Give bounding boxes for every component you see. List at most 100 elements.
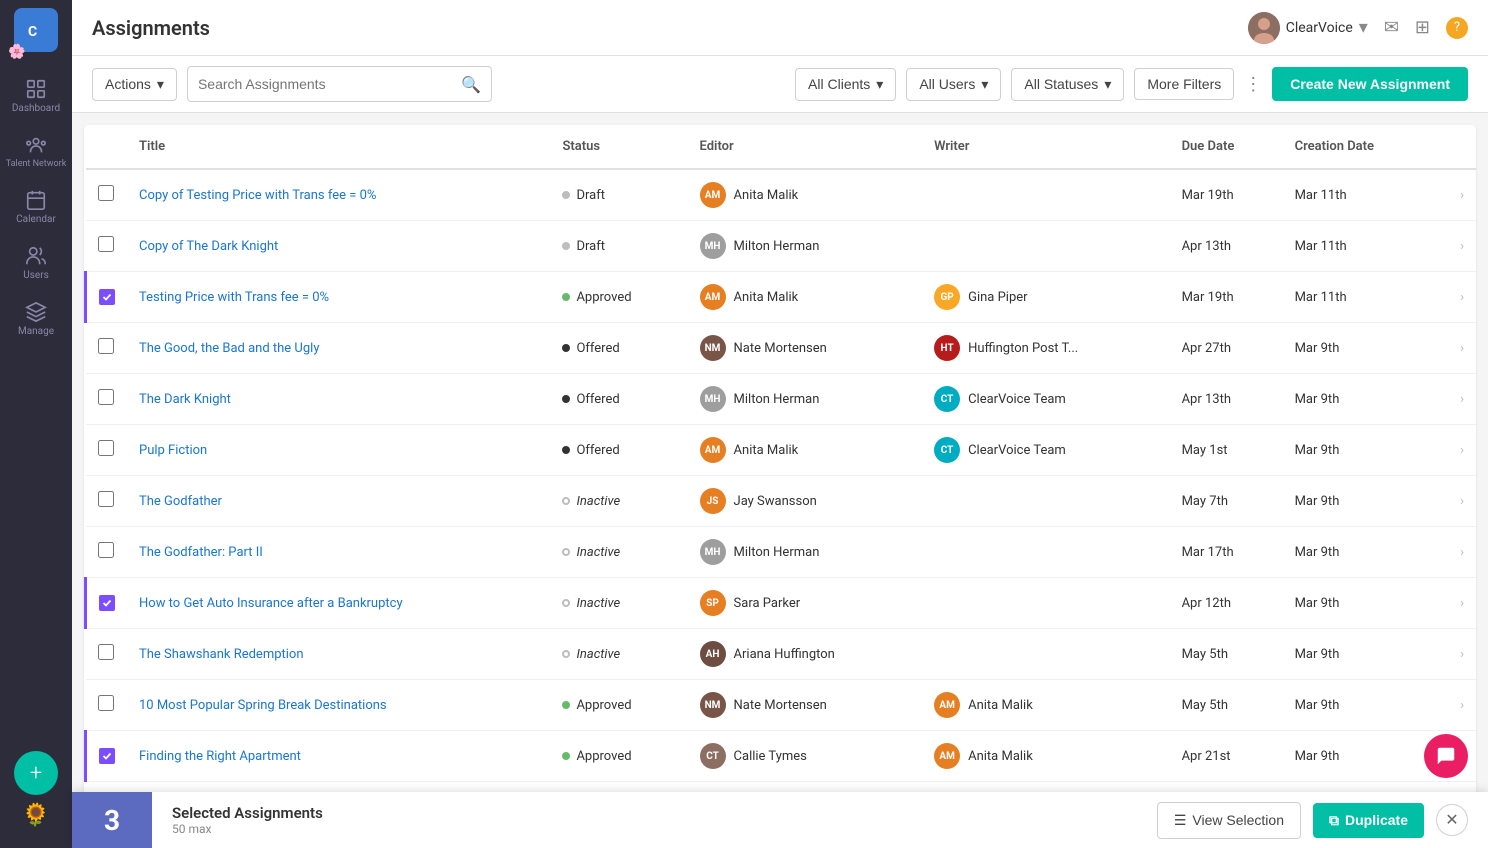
search-icon[interactable]: 🔍 (461, 75, 481, 94)
all-clients-button[interactable]: All Clients ▾ (795, 68, 896, 101)
assignment-title-link[interactable]: The Godfather: Part II (139, 545, 263, 560)
all-statuses-button[interactable]: All Statuses ▾ (1011, 68, 1124, 101)
checkbox-checked[interactable] (99, 595, 115, 611)
row-creation-date-cell: Mar 11th (1283, 169, 1435, 221)
checkbox-checked[interactable] (99, 289, 115, 305)
chevron-right-icon[interactable]: › (1460, 443, 1464, 458)
help-icon[interactable]: ? (1446, 17, 1468, 39)
app-logo[interactable]: C 🌸 (14, 8, 58, 52)
sidebar: C 🌸 Dashboard Talent Network Calendar (0, 0, 72, 848)
status-label: Approved (576, 290, 631, 305)
status-label: Inactive (576, 596, 620, 611)
row-chevron-cell[interactable]: › (1435, 578, 1476, 629)
row-chevron-cell[interactable]: › (1435, 527, 1476, 578)
table-row: The Godfather: Part IIInactiveMHMilton H… (86, 527, 1477, 578)
table-row: Finding the Right ApartmentApprovedCTCal… (86, 731, 1477, 782)
checkbox-checked[interactable] (99, 748, 115, 764)
row-chevron-cell[interactable]: › (1435, 680, 1476, 731)
chevron-right-icon[interactable]: › (1460, 647, 1464, 662)
sidebar-item-calendar[interactable]: Calendar (0, 179, 72, 235)
row-status-cell: Inactive (550, 527, 687, 578)
row-chevron-cell[interactable]: › (1435, 323, 1476, 374)
row-checkbox[interactable] (98, 389, 114, 405)
row-checkbox[interactable] (98, 440, 114, 456)
assignment-title-link[interactable]: The Good, the Bad and the Ugly (139, 341, 319, 356)
assignment-title-link[interactable]: The Dark Knight (139, 392, 231, 407)
chevron-right-icon[interactable]: › (1460, 392, 1464, 407)
status-dot (562, 293, 570, 301)
row-checkbox-cell (86, 323, 128, 374)
col-creation-date: Creation Date (1283, 125, 1435, 169)
row-creation-date-cell: Mar 9th (1283, 476, 1435, 527)
row-chevron-cell[interactable]: › (1435, 629, 1476, 680)
status-label: Approved (576, 698, 631, 713)
close-selection-bar-button[interactable]: ✕ (1436, 804, 1468, 836)
chevron-right-icon[interactable]: › (1460, 290, 1464, 305)
chevron-right-icon[interactable]: › (1460, 596, 1464, 611)
more-filters-button[interactable]: More Filters (1134, 68, 1234, 100)
sidebar-item-dashboard[interactable]: Dashboard (0, 68, 72, 124)
row-checkbox[interactable] (98, 185, 114, 201)
sidebar-item-manage[interactable]: Manage (0, 291, 72, 347)
row-chevron-cell[interactable]: › (1435, 272, 1476, 323)
row-checkbox[interactable] (98, 491, 114, 507)
assignment-title-link[interactable]: The Shawshank Redemption (139, 647, 304, 662)
fab-add-button[interactable]: + (14, 751, 58, 795)
create-new-assignment-button[interactable]: Create New Assignment (1272, 67, 1468, 101)
row-chevron-cell[interactable]: › (1435, 425, 1476, 476)
assignment-title-link[interactable]: Testing Price with Trans fee = 0% (139, 290, 329, 305)
col-editor: Editor (688, 125, 923, 169)
row-checkbox[interactable] (98, 338, 114, 354)
search-input[interactable] (198, 67, 461, 101)
row-chevron-cell[interactable]: › (1435, 221, 1476, 272)
row-editor-cell: AMAnita Malik (688, 272, 923, 323)
row-writer-cell: CTClearVoice Team (922, 425, 1169, 476)
view-selection-button[interactable]: ☰ View Selection (1157, 802, 1301, 839)
svg-text:C: C (28, 24, 37, 40)
chevron-right-icon[interactable]: › (1460, 188, 1464, 203)
chevron-right-icon[interactable]: › (1460, 494, 1464, 509)
row-chevron-cell[interactable]: › (1435, 476, 1476, 527)
assignment-title-link[interactable]: Pulp Fiction (139, 443, 207, 458)
row-due-date-cell: Apr 27th (1170, 323, 1283, 374)
status-label: Draft (576, 239, 605, 254)
topbar: Assignments ClearVoice ▾ ✉ ⊞ ? (72, 0, 1488, 56)
email-icon[interactable]: ✉ (1384, 17, 1399, 38)
chevron-right-icon[interactable]: › (1460, 341, 1464, 356)
sidebar-item-users[interactable]: Users (0, 235, 72, 291)
assignment-title-link[interactable]: How to Get Auto Insurance after a Bankru… (139, 596, 403, 611)
row-title-cell: Finding the Right Apartment (127, 731, 550, 782)
row-checkbox[interactable] (98, 236, 114, 252)
row-writer-cell: AMAnita Malik (922, 680, 1169, 731)
user-profile-button[interactable]: ClearVoice ▾ (1248, 12, 1368, 44)
chevron-right-icon[interactable]: › (1460, 698, 1464, 713)
sidebar-item-talent-network[interactable]: Talent Network (0, 124, 72, 179)
assignment-title-link[interactable]: Finding the Right Apartment (139, 749, 301, 764)
filters-bar: Actions ▾ 🔍 All Clients ▾ All Users ▾ Al… (72, 56, 1488, 113)
row-writer-cell (922, 527, 1169, 578)
chevron-right-icon[interactable]: › (1460, 545, 1464, 560)
editor-name: Anita Malik (734, 290, 799, 305)
row-writer-cell (922, 629, 1169, 680)
assignment-title-link[interactable]: The Godfather (139, 494, 222, 509)
assignment-title-link[interactable]: Copy of Testing Price with Trans fee = 0… (139, 188, 376, 203)
grid-icon[interactable]: ⊞ (1415, 17, 1430, 38)
all-users-button[interactable]: All Users ▾ (906, 68, 1001, 101)
kebab-menu-icon[interactable]: ⋮ (1244, 74, 1262, 95)
chat-bubble-button[interactable] (1424, 734, 1468, 778)
row-checkbox[interactable] (98, 542, 114, 558)
row-chevron-cell[interactable]: › (1435, 374, 1476, 425)
row-due-date-cell: Apr 12th (1170, 578, 1283, 629)
chevron-down-icon[interactable]: ▾ (1359, 17, 1368, 38)
row-checkbox[interactable] (98, 644, 114, 660)
row-chevron-cell[interactable]: › (1435, 169, 1476, 221)
row-checkbox[interactable] (98, 695, 114, 711)
row-due-date-cell: Mar 17th (1170, 527, 1283, 578)
editor-name: Milton Herman (734, 239, 820, 254)
duplicate-button[interactable]: ⧉ Duplicate (1313, 803, 1424, 838)
assignment-title-link[interactable]: Copy of The Dark Knight (139, 239, 278, 254)
chevron-right-icon[interactable]: › (1460, 239, 1464, 254)
assignment-title-link[interactable]: 10 Most Popular Spring Break Destination… (139, 698, 387, 713)
actions-button[interactable]: Actions ▾ (92, 68, 177, 101)
row-checkbox-cell (86, 476, 128, 527)
